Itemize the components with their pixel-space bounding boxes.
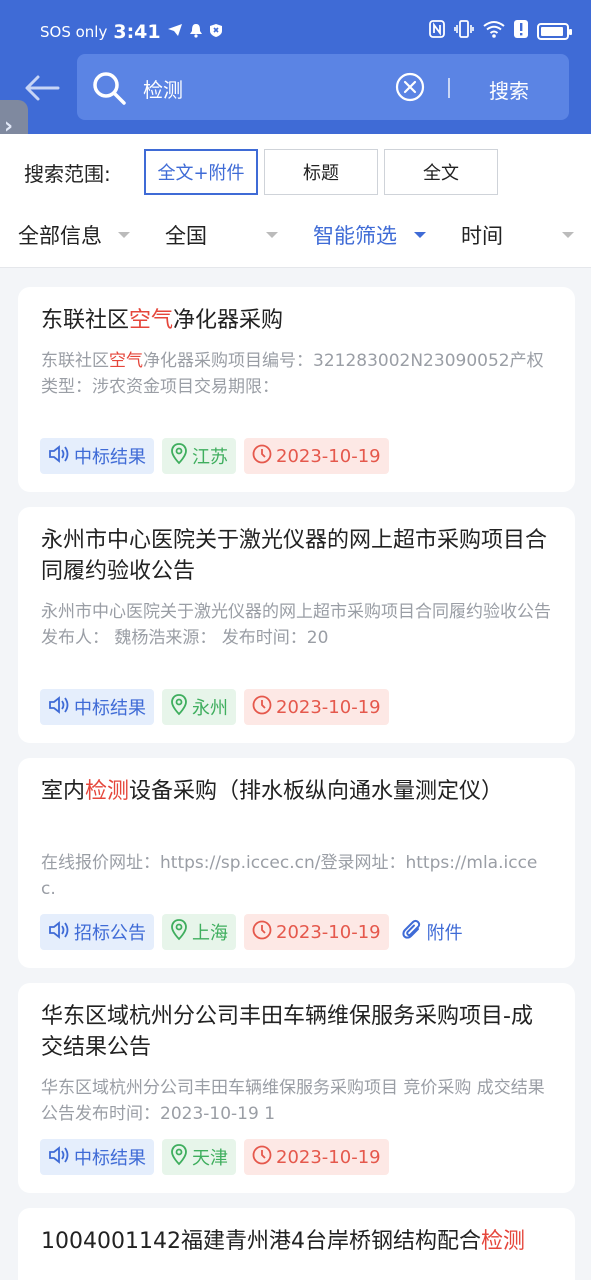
wifi-icon	[483, 20, 505, 42]
card-title: 东联社区空气净化器采购	[41, 308, 284, 333]
result-card[interactable]: 室内检测设备采购（排水板纵向通水量测定仪） 在线报价网址：https://sp.…	[18, 758, 575, 968]
location-badge: 江苏	[162, 438, 236, 474]
search-icon	[91, 70, 127, 110]
filter-region[interactable]: 全国	[165, 220, 207, 250]
filter-smart[interactable]: 智能筛选	[313, 220, 397, 250]
date-badge: 2023-10-19	[244, 914, 389, 950]
clock-icon	[252, 1145, 272, 1170]
clock-icon	[252, 920, 272, 945]
clear-icon[interactable]	[395, 72, 425, 106]
card-title: 华东区域杭州分公司丰田车辆维保服务采购项目-成交结果公告	[41, 1004, 533, 1060]
back-button[interactable]	[22, 66, 62, 110]
speaker-icon	[48, 1145, 70, 1170]
scope-option-fulltext-attachment[interactable]: 全文+附件	[144, 149, 258, 195]
card-title: 室内检测设备采购（排水板纵向通水量测定仪）	[41, 779, 504, 804]
filter-bar: 全部信息 全国 智能筛选 时间	[0, 208, 591, 268]
date-badge: 2023-10-19	[244, 438, 389, 474]
clock-icon	[252, 695, 272, 720]
result-card[interactable]: 永州市中心医院关于激光仪器的网上超市采购项目合同履约验收公告 永州市中心医院关于…	[18, 507, 575, 743]
arrow-left-icon	[25, 75, 60, 101]
scope-option-title[interactable]: 标题	[264, 149, 378, 195]
chevron-down-icon	[118, 232, 130, 238]
location-badge: 上海	[162, 914, 236, 950]
chevron-down-icon	[562, 232, 574, 238]
paperclip-icon	[401, 919, 423, 946]
scope-option-fulltext[interactable]: 全文	[384, 149, 498, 195]
alert-icon	[514, 20, 528, 42]
type-badge: 中标结果	[40, 1139, 154, 1175]
search-divider	[448, 78, 450, 98]
search-scope-bar: 搜索范围: 全文+附件 标题 全文	[0, 134, 591, 208]
filter-all-info[interactable]: 全部信息	[18, 220, 102, 250]
result-card[interactable]: 华东区域杭州分公司丰田车辆维保服务采购项目-成交结果公告 华东区域杭州分公司丰田…	[18, 983, 575, 1193]
location-badge: 永州	[162, 689, 236, 725]
location-pin-icon	[170, 918, 188, 946]
result-card[interactable]: 东联社区空气净化器采购 东联社区空气净化器采购项目编号：321283002N23…	[18, 287, 575, 492]
card-description: 东联社区空气净化器采购项目编号：321283002N23090052产权类型：涉…	[41, 351, 544, 397]
clock: 3:41	[113, 21, 161, 43]
carrier-text: SOS only	[40, 23, 108, 41]
location-pin-icon	[170, 1143, 188, 1171]
send-icon	[167, 23, 183, 41]
app-header: SOS only 3:41 检测 搜索	[0, 0, 591, 134]
result-card[interactable]: 1004001142福建青州港4台岸桥钢结构配合检测	[18, 1208, 575, 1280]
search-box[interactable]: 检测 搜索	[77, 54, 569, 120]
vibrate-icon	[454, 20, 474, 42]
location-badge: 天津	[162, 1139, 236, 1175]
type-badge: 招标公告	[40, 914, 154, 950]
shield-icon	[209, 23, 223, 42]
location-pin-icon	[170, 442, 188, 470]
location-pin-icon	[170, 693, 188, 721]
attachment-link[interactable]: 附件	[397, 914, 471, 950]
search-input[interactable]: 检测	[143, 74, 183, 103]
battery-icon	[537, 22, 572, 40]
filter-time[interactable]: 时间	[461, 220, 503, 250]
card-description: 华东区域杭州分公司丰田车辆维保服务采购项目 竞价采购 成交结果公告发布时间：20…	[41, 1078, 545, 1124]
type-badge: 中标结果	[40, 689, 154, 725]
card-description: 永州市中心医院关于激光仪器的网上超市采购项目合同履约验收公告发布人： 魏杨浩来源…	[41, 602, 551, 648]
chevron-down-icon	[414, 232, 426, 238]
card-title: 永州市中心医院关于激光仪器的网上超市采购项目合同履约验收公告	[41, 528, 548, 584]
date-badge: 2023-10-19	[244, 1139, 389, 1175]
date-badge: 2023-10-19	[244, 689, 389, 725]
card-description: 在线报价网址：https://sp.iccec.cn/登录网址：https://…	[41, 853, 538, 899]
chevron-down-icon	[266, 232, 278, 238]
card-title: 1004001142福建青州港4台岸桥钢结构配合检测	[41, 1229, 525, 1254]
status-bar: SOS only 3:41	[0, 0, 591, 52]
clock-icon	[252, 444, 272, 469]
search-button[interactable]: 搜索	[489, 75, 529, 104]
speaker-icon	[48, 444, 70, 469]
speaker-icon	[48, 695, 70, 720]
type-badge: 中标结果	[40, 438, 154, 474]
speaker-icon	[48, 920, 70, 945]
bell-icon	[189, 23, 203, 42]
nfc-icon	[429, 20, 445, 42]
scope-label: 搜索范围:	[24, 162, 111, 186]
